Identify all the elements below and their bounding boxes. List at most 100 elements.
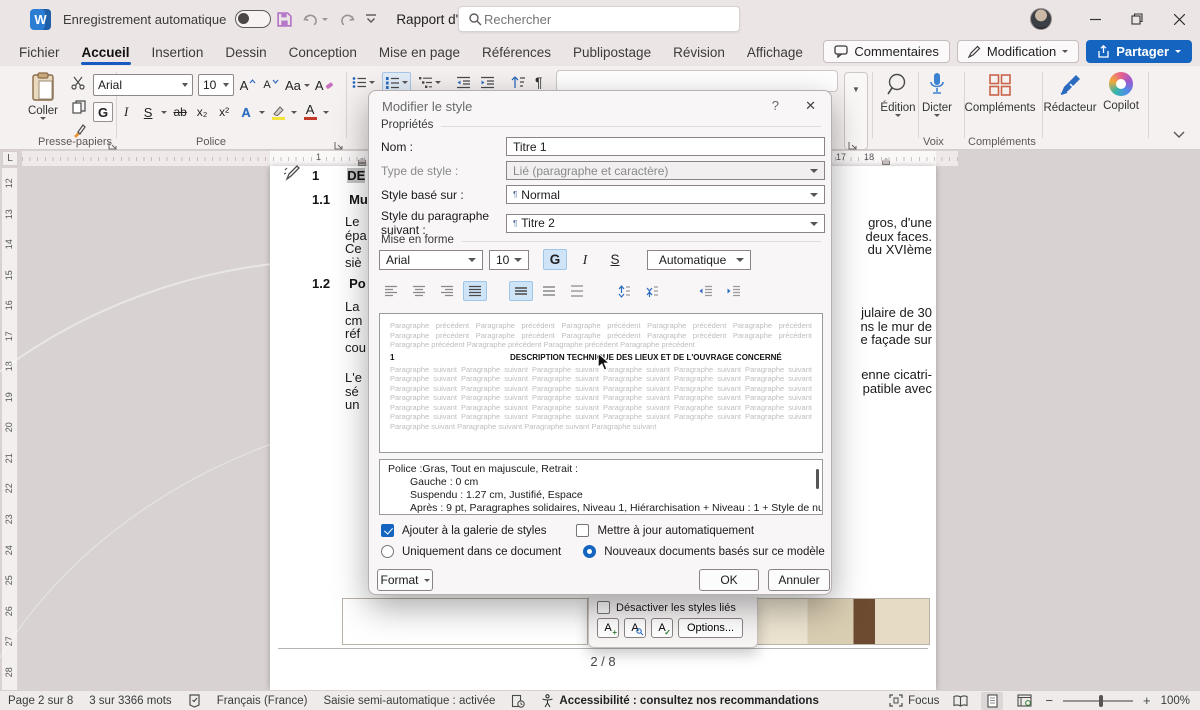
dialog-decrease-indent-button[interactable] [693,281,717,301]
ink-annotation-icon[interactable] [283,164,301,187]
bullet-list-button[interactable] [350,72,377,92]
change-case-button[interactable]: Aa [285,75,310,95]
one-half-spacing-button[interactable] [537,281,561,301]
autosave-toggle[interactable] [235,10,271,28]
ribbon-tab[interactable]: Publipostage [562,41,662,64]
minimize-button[interactable] [1074,0,1116,38]
align-right-button[interactable] [435,281,459,301]
underline-caret-icon[interactable] [161,111,167,114]
description-scrollbar[interactable] [816,469,819,489]
d-underline-toggle[interactable]: S [603,249,627,270]
editor-button[interactable]: Rédacteur [1042,72,1098,114]
styles-dialog-launcher[interactable] [848,137,858,147]
styles-options-button[interactable]: Options... [678,618,743,638]
d-bold-toggle[interactable]: G [543,249,567,270]
clear-formatting-button[interactable]: A [315,75,334,95]
ribbon-tab[interactable]: Références [471,41,562,64]
styles-gallery[interactable] [556,70,838,92]
justify-button[interactable] [463,281,487,301]
shrink-font-button[interactable]: A [262,75,280,95]
zoom-out-button[interactable]: − [1045,693,1053,708]
zoom-slider-thumb[interactable] [1099,695,1103,707]
font-name-combo[interactable]: Arial [93,74,193,96]
decrease-space-after-button[interactable] [639,281,663,301]
language-status[interactable]: Français (France) [217,695,308,707]
clipboard-dialog-launcher[interactable] [108,137,118,147]
copy-button[interactable] [66,98,91,116]
sort-button[interactable] [508,72,528,92]
bold-button[interactable]: G [93,102,113,122]
ribbon-tab[interactable]: Dessin [214,41,277,64]
cut-button[interactable] [66,74,91,92]
copilot-button[interactable]: Copilot [1098,72,1144,112]
collapse-ribbon-button[interactable] [1172,126,1186,144]
ribbon-tab[interactable]: Accueil [71,41,141,64]
font-color-combo[interactable]: Automatique [647,250,751,270]
dialog-help-button[interactable]: ? [772,98,779,113]
align-left-button[interactable] [379,281,403,301]
ribbon-tab[interactable]: Fichier [8,41,71,64]
strikethrough-button[interactable]: ab [171,102,189,122]
text-effects-button[interactable]: A [237,102,255,122]
superscript-button[interactable]: x² [215,102,233,122]
style-name-input[interactable]: Titre 1 [506,137,825,156]
dialog-increase-indent-button[interactable] [721,281,745,301]
autocomplete-status[interactable]: Saisie semi-automatique : activée [323,695,495,707]
dialog-font-size-combo[interactable]: 10 [489,250,529,270]
close-button[interactable] [1158,0,1200,38]
cancel-button[interactable]: Annuler [768,569,830,591]
dialog-close-button[interactable]: ✕ [805,98,816,114]
manage-styles-button[interactable]: A✓ [651,618,673,638]
paste-button[interactable]: Coller [22,72,64,138]
editing-mode-button[interactable]: Modification [957,40,1079,63]
style-inspector-button[interactable]: A [624,618,646,638]
auto-update-checkbox[interactable] [576,524,589,537]
ribbon-tab[interactable]: Insertion [141,41,215,64]
addins-button[interactable]: Compléments [962,72,1038,114]
increase-indent-button[interactable] [478,72,497,92]
next-paragraph-combo[interactable]: ¶Titre 2 [506,214,825,233]
increase-space-before-button[interactable] [611,281,635,301]
ribbon-tab[interactable]: Révision [662,41,736,64]
undo-button[interactable] [298,6,333,32]
highlight-button[interactable] [269,102,287,122]
font-color-caret-icon[interactable] [323,111,329,114]
double-spacing-button[interactable] [565,281,589,301]
proofing-status[interactable] [188,694,201,708]
text-effects-caret-icon[interactable] [259,111,265,114]
ribbon-tab[interactable]: Affichage [736,41,814,64]
subscript-button[interactable]: x₂ [193,102,211,122]
single-spacing-button[interactable] [509,281,533,301]
based-on-combo[interactable]: ¶Normal [506,185,825,204]
account-avatar[interactable] [1030,8,1052,30]
font-color-button[interactable]: A [301,102,319,122]
highlight-caret-icon[interactable] [291,111,297,114]
print-layout-button[interactable] [981,692,1003,710]
focus-mode-button[interactable]: Focus [889,694,939,707]
align-center-button[interactable] [407,281,431,301]
quick-access-toolbar-button[interactable] [360,6,382,32]
page-count-status[interactable]: Page 2 sur 8 [8,695,73,707]
comments-button[interactable]: Commentaires [823,40,950,63]
redo-button[interactable] [333,6,360,32]
decrease-indent-button[interactable] [454,72,473,92]
format-menu-button[interactable]: Format [377,569,433,591]
web-layout-button[interactable] [1013,692,1035,710]
show-formatting-marks-button[interactable]: ¶ [533,72,545,92]
grow-font-button[interactable]: A [239,75,257,95]
numbered-list-button[interactable] [382,72,411,92]
zoom-percentage[interactable]: 100% [1161,695,1190,707]
font-size-combo[interactable]: 10 [198,74,234,96]
search-input[interactable] [482,11,730,28]
dialog-font-name-combo[interactable]: Arial [379,250,483,270]
new-style-button[interactable]: A+ [597,618,619,638]
read-mode-button[interactable] [949,692,971,710]
document-photo[interactable] [342,598,588,645]
save-button[interactable] [271,6,298,32]
zoom-slider[interactable] [1063,700,1133,702]
zoom-in-button[interactable]: + [1143,693,1151,708]
ok-button[interactable]: OK [699,569,759,591]
restore-button[interactable] [1116,0,1158,38]
new-documents-radio[interactable] [583,545,596,558]
font-dialog-launcher[interactable] [334,137,344,147]
